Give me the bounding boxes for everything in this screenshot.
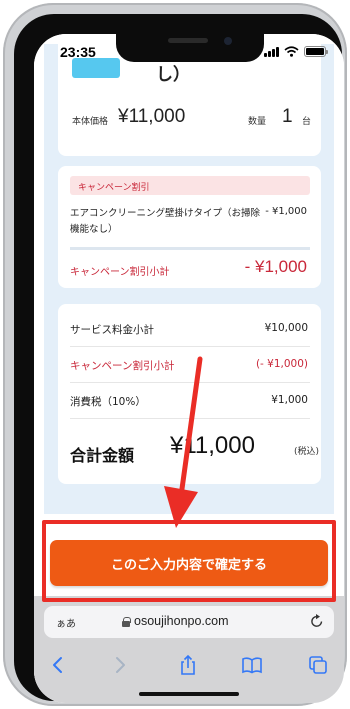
campaign-discount-row: キャンペーン割引小計 (- ¥1,000)	[70, 358, 310, 373]
campaign-discount-value: (- ¥1,000)	[255, 358, 308, 370]
tax-label: 消費税（10%）	[70, 396, 146, 408]
chevron-right-icon[interactable]	[108, 654, 132, 676]
battery-icon	[304, 46, 328, 57]
summary-card: サービス料金小計 ¥10,000 キャンペーン割引小計 (- ¥1,000) 消…	[58, 304, 321, 484]
reload-icon[interactable]	[310, 613, 324, 629]
campaign-subtotal-value: - ¥1,000	[244, 257, 307, 276]
campaign-discount-label: キャンペーン割引小計	[70, 360, 175, 372]
quantity-unit: 台	[302, 117, 312, 127]
share-icon[interactable]	[176, 654, 200, 676]
safari-bottom-bar: ぁあ osoujihonpo.com	[34, 596, 344, 703]
url-text: osoujihonpo.com	[134, 614, 229, 628]
browser-toolbar	[34, 650, 344, 682]
text-size-button[interactable]: ぁあ	[56, 615, 76, 630]
total-value: ¥11,000	[170, 432, 255, 459]
signal-icon	[264, 47, 279, 57]
quantity-label: 数量	[248, 117, 267, 127]
divider	[70, 346, 310, 347]
campaign-card: キャンペーン割引 エアコンクリーニング壁掛けタイプ（お掃除機能なし） - ¥1,…	[58, 166, 321, 288]
tabs-icon[interactable]	[306, 654, 330, 676]
total-label: 合計金額	[70, 446, 135, 465]
campaign-subtotal-label: キャンペーン割引小計	[70, 267, 170, 278]
address-bar[interactable]: ぁあ osoujihonpo.com	[44, 606, 334, 638]
front-camera	[224, 37, 232, 45]
phone-bezel: し） 本体価格 ¥11,000 数量 1 台 キャンペーン割引 エアコンクリーニ…	[14, 14, 344, 703]
book-icon[interactable]	[240, 654, 264, 676]
speaker	[168, 38, 208, 43]
service-subtotal-label: サービス料金小計	[70, 324, 154, 336]
total-tax-note: (税込)	[294, 447, 320, 457]
wifi-icon	[284, 46, 299, 57]
campaign-item-name: エアコンクリーニング壁掛けタイプ（お掃除機能なし）	[70, 208, 261, 235]
campaign-header: キャンペーン割引	[70, 176, 310, 195]
status-icons	[264, 46, 328, 57]
divider	[70, 247, 310, 250]
notch	[116, 34, 264, 62]
divider	[70, 382, 310, 383]
price-label: 本体価格	[72, 117, 109, 127]
divider	[70, 418, 310, 419]
home-indicator	[139, 692, 239, 696]
price-value: ¥11,000	[118, 106, 186, 127]
confirm-button[interactable]: このご入力内容で確定する	[50, 540, 328, 586]
tax-value: ¥1,000	[271, 394, 308, 406]
lock-icon	[122, 617, 131, 627]
quantity-value: 1	[282, 106, 293, 127]
screen: し） 本体価格 ¥11,000 数量 1 台 キャンペーン割引 エアコンクリーニ…	[34, 34, 344, 703]
chevron-left-icon[interactable]	[46, 654, 70, 676]
clock: 23:35	[60, 44, 96, 60]
service-subtotal-row: サービス料金小計 ¥10,000	[70, 322, 310, 337]
campaign-item-price: - ¥1,000	[265, 206, 307, 217]
service-subtotal-value: ¥10,000	[264, 322, 308, 334]
tax-row: 消費税（10%） ¥1,000	[70, 394, 310, 409]
phone-frame: し） 本体価格 ¥11,000 数量 1 台 キャンペーン割引 エアコンクリーニ…	[3, 3, 347, 706]
